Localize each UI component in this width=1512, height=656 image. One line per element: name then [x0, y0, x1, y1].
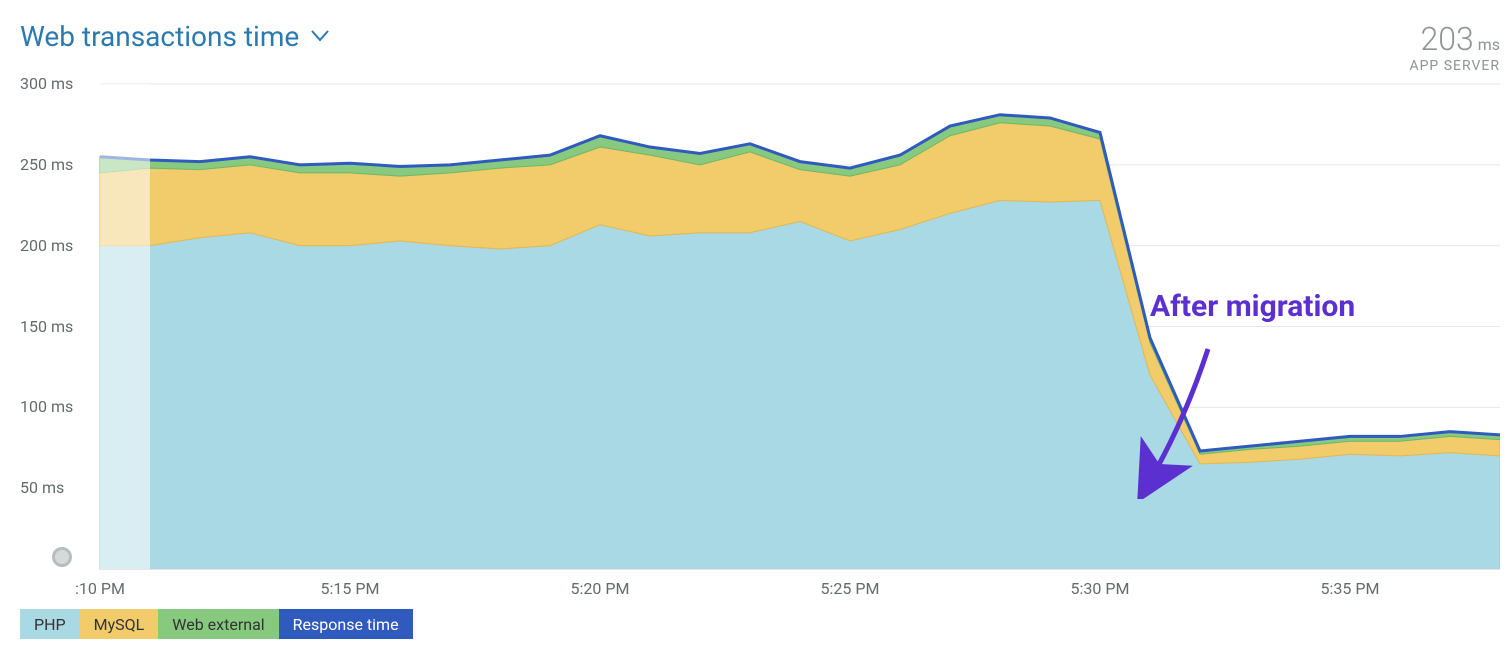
x-axis-tick: 5:30 PM: [1071, 579, 1130, 598]
x-axis-tick: 5:35 PM: [1321, 579, 1380, 598]
annotation-text: After migration: [1150, 289, 1355, 324]
chart-title-dropdown[interactable]: Web transactions time: [20, 20, 329, 53]
summary-unit: ms: [1478, 35, 1500, 54]
y-axis-tick: 50 ms: [20, 478, 64, 497]
x-axis-tick: :10 PM: [75, 579, 125, 598]
chart-container: Web transactions time 203 ms APP SERVER 3…: [20, 20, 1500, 639]
legend-item-response-time[interactable]: Response time: [279, 609, 413, 639]
y-axis-tick: 200 ms: [20, 236, 73, 255]
legend-item-mysql[interactable]: MySQL: [80, 609, 159, 639]
x-axis-tick: 5:15 PM: [321, 579, 380, 598]
summary-value-block: 203 ms APP SERVER: [1409, 20, 1500, 74]
plot-area: 300 ms250 ms200 ms150 ms100 ms50 ms :10 …: [20, 79, 1500, 574]
x-axis-tick: 5:20 PM: [571, 579, 630, 598]
x-axis-tick: 5:25 PM: [821, 579, 880, 598]
chart-header: Web transactions time 203 ms APP SERVER: [20, 20, 1500, 74]
annotation-arrow-icon: [1130, 339, 1220, 499]
current-time-marker: [52, 547, 72, 567]
y-axis-tick: 300 ms: [20, 74, 73, 93]
chevron-down-icon: [311, 27, 329, 46]
y-axis-tick: 100 ms: [20, 397, 73, 416]
legend-item-web-external[interactable]: Web external: [158, 609, 278, 639]
chart-svg: [20, 79, 1500, 574]
dimmed-time-band: [100, 84, 150, 569]
chart-title: Web transactions time: [20, 20, 299, 53]
y-axis-tick: 150 ms: [20, 317, 73, 336]
summary-sublabel: APP SERVER: [1409, 58, 1500, 74]
summary-value: 203: [1420, 20, 1473, 58]
legend-item-php[interactable]: PHP: [20, 609, 80, 639]
y-axis-tick: 250 ms: [20, 155, 73, 174]
legend: PHPMySQLWeb externalResponse time: [20, 609, 1500, 639]
